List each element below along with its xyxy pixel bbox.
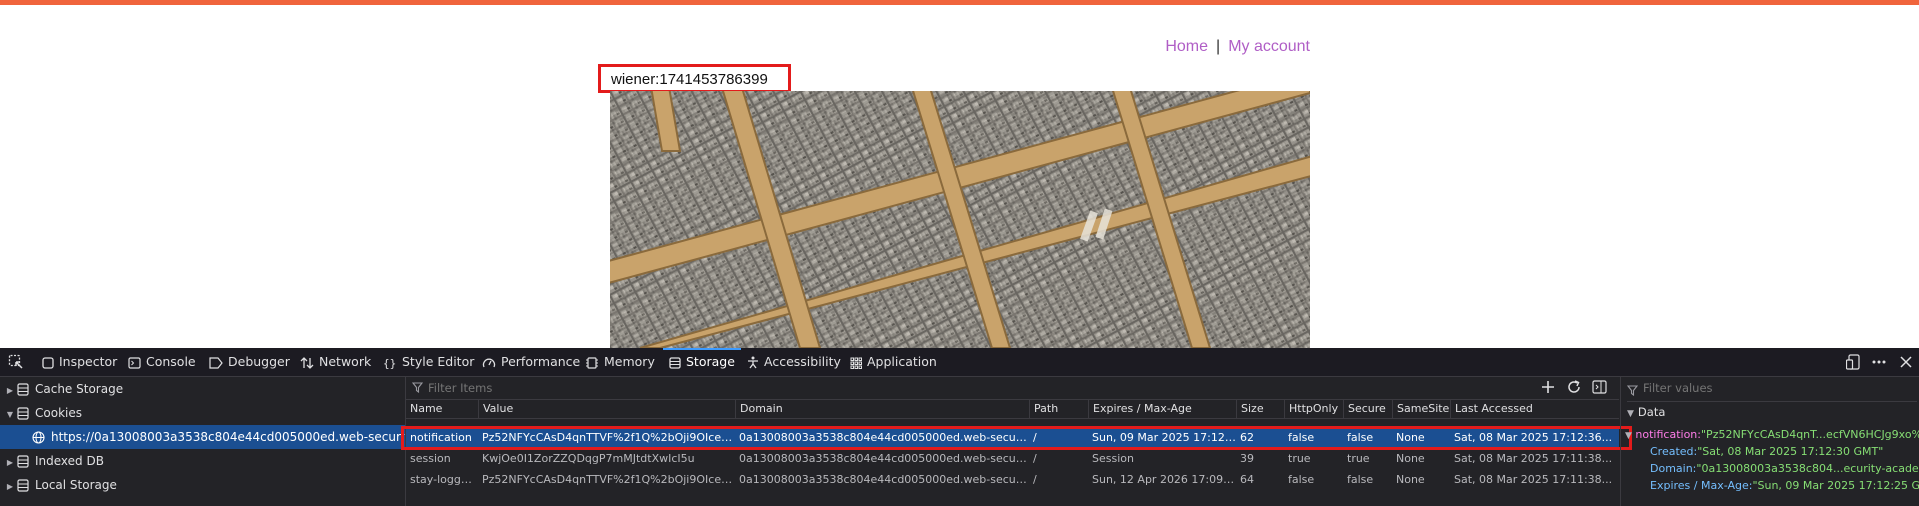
collapse-arrow-icon[interactable]: ▼ <box>1627 409 1634 419</box>
toggle-sidebar-icon[interactable] <box>1592 380 1607 397</box>
column-header-path[interactable]: Path <box>1029 400 1088 418</box>
tab-application[interactable]: Application <box>850 348 937 376</box>
user-cookie-label: wiener:1741453786399 <box>598 64 791 93</box>
hero-image-letterpress-tray <box>610 91 1310 348</box>
cell-secure: false <box>1347 473 1374 486</box>
svg-text:{}: {} <box>383 357 396 369</box>
column-header-secure[interactable]: Secure <box>1343 400 1392 418</box>
sidebar-item-cookie-origin[interactable]: https://0a13008003a3538c804e44cd005000ed… <box>0 425 405 449</box>
sidebar-item-local-storage[interactable]: ▶ Local Storage <box>0 473 405 497</box>
detail-entry-created: Created:"Sat, 08 Mar 2025 17:12:30 GMT" <box>1650 445 1884 458</box>
cell-size: 64 <box>1240 473 1254 486</box>
cell-path: / <box>1033 473 1037 486</box>
cell-httponly: true <box>1288 452 1311 465</box>
tab-console[interactable]: Console <box>128 348 196 376</box>
column-header-domain[interactable]: Domain <box>735 400 1029 418</box>
cell-samesite: None <box>1396 452 1425 465</box>
cell-last-accessed: Sat, 08 Mar 2025 17:11:38... <box>1454 452 1613 465</box>
sidebar-item-indexed-db[interactable]: ▶ Indexed DB <box>0 449 405 473</box>
annotation-highlight-box <box>401 426 1632 450</box>
tab-inspector[interactable]: Inspector <box>42 348 117 376</box>
sidebar-item-cookies[interactable]: ▼ Cookies <box>0 401 405 425</box>
devtools-toolbar: Inspector Console Debugger Network {} Sty… <box>0 348 1919 377</box>
memory-icon <box>586 357 598 369</box>
expand-arrow-icon[interactable]: ▶ <box>3 451 17 473</box>
detail-entry-domain: Domain:"0a13008003a3538c804...ecurity-ac… <box>1650 462 1919 475</box>
cell-domain: 0a13008003a3538c804e44cd005000ed.web-sec… <box>739 473 1029 486</box>
filter-icon <box>411 381 424 396</box>
cookie-table-header: Name Value Domain Path Expires / Max-Age… <box>406 400 1619 419</box>
collapse-arrow-icon[interactable]: ▼ <box>3 403 17 425</box>
storage-sidebar: ▶ Cache Storage ▼ Cookies https://0a130080… <box>0 377 406 506</box>
performance-icon <box>482 358 496 368</box>
filter-icon <box>1626 381 1639 400</box>
style-editor-icon: {} <box>383 357 396 370</box>
tab-storage[interactable]: Storage <box>663 348 741 376</box>
cell-name: session <box>410 452 451 465</box>
column-header-last-accessed[interactable]: Last Accessed <box>1450 400 1619 418</box>
table-row[interactable]: session KwjOe0I1ZorZZQDqgP7mMJtdtXwIcI5u… <box>406 448 1619 469</box>
cookie-details-panel: ▼Data ▼ notification:"Pz52NFYcCAsD4qnT..… <box>1620 377 1919 506</box>
network-icon <box>300 357 314 369</box>
add-item-icon[interactable] <box>1540 379 1556 398</box>
tab-memory[interactable]: Memory <box>585 348 655 376</box>
column-header-samesite[interactable]: SameSite <box>1392 400 1450 418</box>
home-link[interactable]: Home <box>1165 38 1208 55</box>
cell-path: / <box>1033 452 1037 465</box>
cell-httponly: false <box>1288 473 1315 486</box>
tab-debugger[interactable]: Debugger <box>209 348 290 376</box>
nav-separator: | <box>1216 38 1221 55</box>
storage-icon <box>669 357 681 369</box>
collapse-arrow-icon[interactable]: ▼ <box>1625 431 1632 441</box>
cell-name: stay-logge... <box>410 473 478 486</box>
detail-entry-expires: Expires / Max-Age:"Sun, 09 Mar 2025 17:1… <box>1650 479 1919 492</box>
storage-icon <box>17 455 29 468</box>
tab-accessibility[interactable]: Accessibility <box>747 348 841 376</box>
site-nav: Home | My account <box>1165 38 1310 56</box>
cell-value: Pz52NFYcCAsD4qnTTVF%2f1Q%2bOji9OIcecfVN6… <box>482 473 735 486</box>
table-filter-bar <box>406 377 1619 400</box>
user-cookie-text: wiener:1741453786399 <box>611 71 768 88</box>
expand-arrow-icon[interactable]: ▶ <box>3 379 17 401</box>
debugger-icon <box>209 357 223 369</box>
cell-secure: true <box>1347 452 1370 465</box>
storage-icon <box>17 383 29 396</box>
accessibility-icon <box>748 356 758 369</box>
column-header-httponly[interactable]: HttpOnly <box>1284 400 1343 418</box>
sidebar-item-cache-storage[interactable]: ▶ Cache Storage <box>0 377 405 401</box>
tab-performance[interactable]: Performance <box>482 348 580 376</box>
responsive-design-icon[interactable] <box>1845 354 1860 373</box>
close-devtools-icon[interactable] <box>1899 354 1913 373</box>
cell-value: KwjOe0I1ZorZZQDqgP7mMJtdtXwIcI5u <box>482 452 695 465</box>
cell-expires: Session <box>1092 452 1134 465</box>
refresh-icon[interactable] <box>1566 379 1582 398</box>
tab-network[interactable]: Network <box>300 348 371 376</box>
table-row[interactable]: stay-logge... Pz52NFYcCAsD4qnTTVF%2f1Q%2… <box>406 469 1619 490</box>
cell-last-accessed: Sat, 08 Mar 2025 17:11:38... <box>1454 473 1613 486</box>
cell-size: 39 <box>1240 452 1254 465</box>
filter-items-input[interactable] <box>428 381 728 395</box>
my-account-link[interactable]: My account <box>1228 38 1310 55</box>
data-section-header[interactable]: ▼ Data <box>1627 401 1917 420</box>
column-header-expires[interactable]: Expires / Max-Age <box>1088 400 1236 418</box>
inspector-icon <box>42 357 54 369</box>
storage-icon <box>17 407 29 420</box>
element-picker-icon[interactable] <box>8 354 24 373</box>
more-options-icon[interactable] <box>1871 354 1887 373</box>
page-top-accent-bar <box>0 0 1919 5</box>
application-icon <box>850 357 862 369</box>
column-header-value[interactable]: Value <box>478 400 735 418</box>
globe-icon <box>32 431 45 444</box>
filter-values-input[interactable] <box>1643 381 1893 395</box>
column-header-size[interactable]: Size <box>1236 400 1284 418</box>
expand-arrow-icon[interactable]: ▶ <box>3 475 17 497</box>
cell-samesite: None <box>1396 473 1425 486</box>
cell-expires: Sun, 12 Apr 2026 17:09:47 ... <box>1092 473 1236 486</box>
cell-domain: 0a13008003a3538c804e44cd005000ed.web-sec… <box>739 452 1029 465</box>
detail-entry-notification[interactable]: ▼ notification:"Pz52NFYcCAsD4qnT...ecfVN… <box>1625 428 1919 443</box>
storage-icon <box>17 479 29 492</box>
console-icon <box>128 357 141 369</box>
tab-style-editor[interactable]: {} Style Editor <box>383 348 474 376</box>
column-header-name[interactable]: Name <box>406 400 478 418</box>
